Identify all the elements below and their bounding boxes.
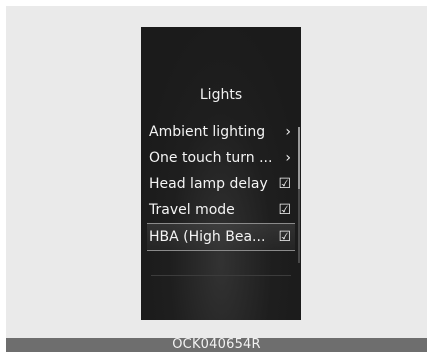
checkbox-checked-icon[interactable]: ☑ [278, 224, 291, 250]
checkbox-checked-icon[interactable]: ☑ [278, 171, 291, 197]
menu-item-ambient-lighting[interactable]: Ambient lighting › [147, 119, 295, 145]
menu-item-head-lamp-delay[interactable]: Head lamp delay ☑ [147, 171, 295, 197]
scroll-thumb[interactable] [298, 127, 300, 189]
menu-title: Lights [199, 87, 243, 103]
divider [151, 275, 291, 276]
menu-item-one-touch-turn[interactable]: One touch turn ... › [147, 145, 295, 171]
menu-item-label: Ambient lighting [149, 124, 266, 140]
chevron-right-icon: › [285, 150, 291, 166]
cluster-display: Lights Ambient lighting › One touch turn… [141, 27, 301, 320]
menu-item-label: HBA (High Bea... [149, 229, 266, 245]
menu-item-travel-mode[interactable]: Travel mode ☑ [147, 197, 295, 223]
menu-item-label: Travel mode [149, 202, 235, 218]
menu-item-hba[interactable]: HBA (High Bea... ☑ [147, 223, 295, 251]
menu-list: Ambient lighting › One touch turn ... › … [147, 119, 295, 251]
chevron-right-icon: › [285, 124, 291, 140]
figure-caption: OCK040654R [6, 338, 427, 352]
menu-item-label: One touch turn ... [149, 150, 273, 166]
checkbox-checked-icon[interactable]: ☑ [278, 197, 291, 223]
scrollbar[interactable] [298, 127, 300, 263]
menu-item-label: Head lamp delay [149, 176, 268, 192]
